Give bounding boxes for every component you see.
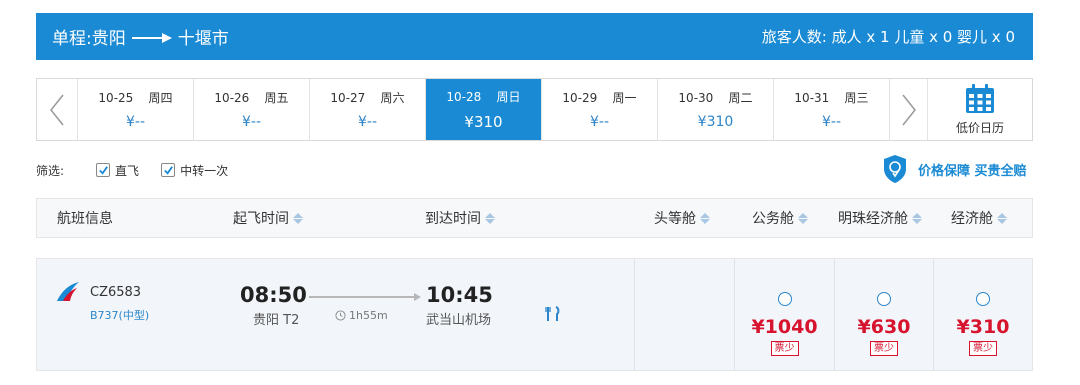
col-label: 公务舱: [752, 211, 794, 227]
arrive-time: 10:45: [426, 283, 493, 307]
aircraft-type-link[interactable]: B737(中型): [90, 307, 149, 323]
pearl-economy-fare-cell[interactable]: ¥630 票少: [834, 259, 933, 370]
sort-business[interactable]: 公务舱: [752, 208, 808, 228]
meal-icon: [545, 306, 560, 321]
col-label: 头等舱: [654, 211, 696, 227]
price-guarantee-link[interactable]: 价格保障 买贵全赔: [882, 154, 1027, 184]
date-price: ¥--: [589, 114, 609, 130]
economy-fare-cell[interactable]: ¥310 票少: [933, 259, 1032, 370]
fare-radio[interactable]: [777, 292, 792, 306]
route-arrow-icon: [131, 30, 172, 44]
filter-label: 筛选:: [36, 163, 65, 178]
low-price-calendar-button[interactable]: 低价日历: [927, 79, 1032, 140]
next-week-button[interactable]: [889, 79, 927, 140]
col-label: 到达时间: [425, 211, 481, 227]
date-label: 10-25 周四: [98, 91, 173, 105]
prev-week-button[interactable]: [37, 79, 77, 140]
chevron-left-icon: [50, 94, 64, 125]
china-southern-logo: [57, 282, 79, 301]
date-cell-1[interactable]: 10-26 周五 ¥--: [193, 79, 309, 140]
sort-icon: [798, 212, 808, 224]
fare-price: ¥630: [857, 316, 911, 338]
route-summary: 单程: 贵阳 十堰市: [52, 24, 229, 49]
check-icon: [163, 165, 173, 175]
sort-economy[interactable]: 经济舱: [951, 208, 1007, 228]
date-price: ¥310: [697, 114, 734, 130]
sort-icon: [293, 212, 303, 224]
filter-option-label: 中转一次: [180, 163, 229, 178]
guarantee-text: 价格保障 买贵全赔: [918, 163, 1027, 179]
sort-icon: [997, 212, 1007, 224]
date-cell-4[interactable]: 10-29 周一 ¥--: [541, 79, 657, 140]
date-label: 10-30 周二: [678, 91, 753, 105]
flight-number: CZ6583: [90, 285, 142, 300]
route-header: 单程: 贵阳 十堰市 旅客人数: 成人 x 1 儿童 x 0 婴儿 x 0: [36, 13, 1033, 60]
depart-airport: 贵阳 T2: [253, 313, 300, 328]
date-cell-3-selected[interactable]: 10-28 周日 ¥310: [425, 79, 541, 140]
trip-type: 单程:: [52, 29, 92, 49]
filter-one-stop-checkbox[interactable]: 中转一次: [161, 162, 228, 179]
origin-city: 贵阳: [91, 29, 126, 49]
sort-depart-time[interactable]: 起飞时间: [233, 208, 303, 228]
sort-icon: [485, 212, 495, 224]
fare-radio[interactable]: [877, 292, 891, 306]
date-price: ¥--: [241, 114, 261, 130]
date-label: 10-31 周三: [794, 91, 869, 105]
col-label: 航班信息: [57, 211, 113, 227]
filter-bar: 筛选: 直飞 中转一次: [36, 158, 250, 182]
date-label: 10-28 周日: [446, 90, 521, 104]
col-flight-info: 航班信息: [57, 208, 113, 228]
low-seats-badge: 票少: [969, 341, 997, 356]
flight-duration: 1h55m: [335, 309, 388, 322]
checkbox-box: [96, 163, 111, 177]
date-price: ¥--: [821, 114, 841, 130]
sort-arrive-time[interactable]: 到达时间: [425, 208, 495, 228]
sort-icon: [700, 212, 710, 224]
clock-icon: [335, 310, 346, 321]
depart-time: 08:50: [240, 283, 307, 307]
date-strip: 10-25 周四 ¥-- 10-26 周五 ¥-- 10-27 周六 ¥-- 1…: [36, 78, 1033, 141]
fare-price: ¥310: [956, 316, 1010, 338]
low-seats-badge: 票少: [770, 341, 799, 356]
flight-row: CZ6583 B737(中型) 08:50 贵阳 T2 1h55m 10:45 …: [36, 258, 1033, 371]
fare-radio[interactable]: [976, 292, 990, 306]
filter-option-label: 直飞: [115, 163, 140, 178]
passenger-count: 旅客人数: 成人 x 1 儿童 x 0 婴儿 x 0: [761, 28, 1015, 46]
low-seats-badge: 票少: [870, 341, 898, 356]
col-label: 明珠经济舱: [838, 211, 908, 227]
date-price: ¥310: [464, 113, 503, 131]
date-cell-6[interactable]: 10-31 周三 ¥--: [773, 79, 889, 140]
col-label: 经济舱: [951, 211, 993, 227]
destination-city: 十堰市: [177, 29, 229, 49]
date-cell-0[interactable]: 10-25 周四 ¥--: [77, 79, 193, 140]
calendar-icon: [966, 84, 994, 113]
date-cell-2[interactable]: 10-27 周六 ¥--: [309, 79, 425, 140]
date-price: ¥--: [125, 114, 145, 130]
date-cell-5[interactable]: 10-30 周二 ¥310: [657, 79, 773, 140]
date-label: 10-27 周六: [330, 91, 405, 105]
sort-icon: [912, 212, 922, 224]
check-icon: [98, 165, 108, 175]
flight-table-header: 航班信息 起飞时间 到达时间 头等舱 公务舱 明珠经济舱 经济舱: [36, 198, 1033, 238]
checkbox-box: [161, 163, 176, 177]
business-fare-cell[interactable]: ¥1040 票少: [734, 259, 834, 370]
first-class-cell: [634, 259, 734, 370]
sort-pearl-economy[interactable]: 明珠经济舱: [838, 208, 922, 228]
date-label: 10-26 周五: [214, 91, 289, 105]
col-label: 起飞时间: [233, 211, 289, 227]
sort-first-class[interactable]: 头等舱: [654, 208, 710, 228]
flight-path-arrow: [309, 293, 421, 301]
date-price: ¥--: [357, 114, 377, 130]
filter-direct-checkbox[interactable]: 直飞: [96, 162, 139, 179]
date-label: 10-29 周一: [562, 91, 637, 105]
shield-icon: [884, 155, 906, 183]
arrive-airport: 武当山机场: [426, 313, 492, 328]
duration-text: 1h55m: [349, 309, 388, 322]
calendar-label: 低价日历: [955, 121, 1004, 135]
chevron-right-icon: [901, 94, 916, 125]
fare-price: ¥1040: [751, 316, 818, 338]
